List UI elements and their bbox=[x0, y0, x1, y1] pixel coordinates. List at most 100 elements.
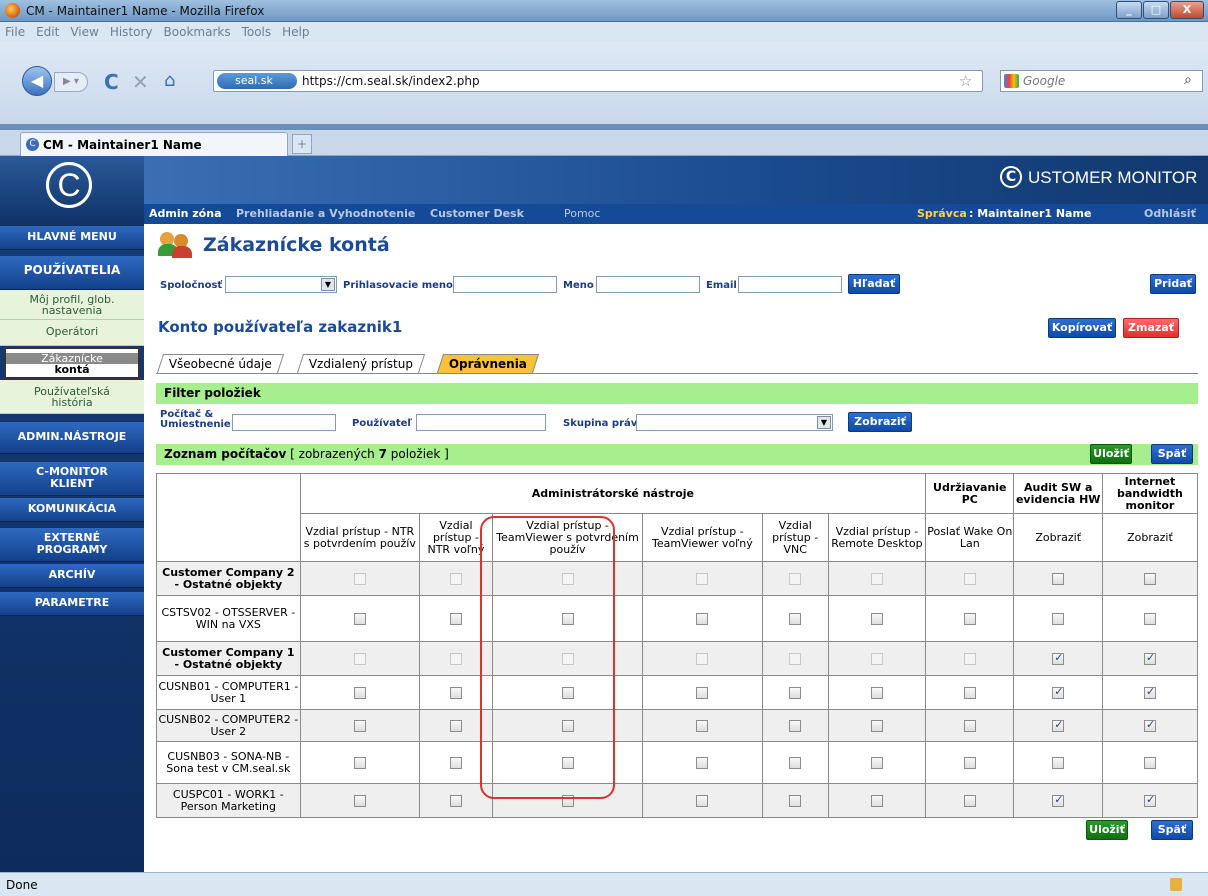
home-icon[interactable]: ⌂ bbox=[164, 70, 175, 91]
tab-permissions[interactable]: Oprávnenia bbox=[436, 354, 540, 373]
permission-checkbox[interactable] bbox=[1143, 719, 1156, 732]
permission-checkbox[interactable] bbox=[696, 794, 709, 807]
permission-checkbox[interactable] bbox=[696, 612, 709, 625]
nav-help[interactable]: Pomoc bbox=[564, 207, 600, 220]
menu-help[interactable]: Help bbox=[282, 25, 309, 39]
sidebar-parameters[interactable]: PARAMETRE bbox=[0, 592, 144, 616]
stop-icon[interactable]: ✕ bbox=[132, 70, 149, 94]
permission-checkbox[interactable] bbox=[353, 794, 366, 807]
menu-tools[interactable]: Tools bbox=[242, 25, 272, 39]
logout-link[interactable]: Odhlásiť bbox=[1144, 207, 1196, 220]
permission-checkbox[interactable] bbox=[870, 794, 883, 807]
rights-select[interactable]: ▼ bbox=[636, 414, 833, 431]
permission-checkbox[interactable] bbox=[1052, 572, 1065, 585]
permission-checkbox[interactable] bbox=[1052, 756, 1065, 769]
permission-checkbox[interactable] bbox=[789, 686, 802, 699]
menu-bookmarks[interactable]: Bookmarks bbox=[164, 25, 231, 39]
permission-checkbox[interactable] bbox=[963, 756, 976, 769]
sidebar-communication[interactable]: KOMUNIKÁCIA bbox=[0, 498, 144, 522]
browser-tab[interactable]: C CM - Maintainer1 Name bbox=[20, 132, 288, 157]
permission-checkbox[interactable] bbox=[963, 686, 976, 699]
permission-checkbox[interactable] bbox=[353, 719, 366, 732]
sidebar-main-menu[interactable]: HLAVNÉ MENU bbox=[0, 226, 144, 250]
chevron-down-icon[interactable]: ▼ bbox=[817, 416, 831, 429]
save-button-top[interactable]: Uložiť bbox=[1090, 444, 1132, 464]
permission-checkbox[interactable] bbox=[963, 612, 976, 625]
menu-edit[interactable]: Edit bbox=[36, 25, 59, 39]
chevron-down-icon[interactable]: ▼ bbox=[321, 278, 335, 291]
nav-customer-desk[interactable]: Customer Desk bbox=[430, 207, 524, 220]
permission-checkbox[interactable] bbox=[870, 612, 883, 625]
permission-checkbox[interactable] bbox=[1052, 652, 1065, 665]
user-input[interactable] bbox=[416, 414, 546, 431]
permission-checkbox[interactable] bbox=[1143, 686, 1156, 699]
site-identity[interactable]: seal.sk bbox=[217, 73, 297, 89]
permission-checkbox[interactable] bbox=[963, 794, 976, 807]
forward-icon[interactable]: ▶ ▾ bbox=[54, 72, 88, 92]
bookmark-star-icon[interactable]: ☆ bbox=[959, 72, 972, 90]
permission-checkbox[interactable] bbox=[870, 756, 883, 769]
minimize-button[interactable]: _ bbox=[1116, 1, 1142, 19]
close-button[interactable]: X bbox=[1170, 1, 1204, 19]
company-select[interactable]: ▼ bbox=[225, 276, 337, 293]
permission-checkbox[interactable] bbox=[353, 756, 366, 769]
show-button[interactable]: Zobraziť bbox=[848, 412, 912, 432]
search-button[interactable]: Hľadať bbox=[848, 274, 900, 294]
add-button[interactable]: Pridať bbox=[1150, 274, 1196, 294]
menu-history[interactable]: History bbox=[110, 25, 153, 39]
permission-checkbox[interactable] bbox=[1143, 756, 1156, 769]
delete-button[interactable]: Zmazať bbox=[1123, 318, 1179, 338]
permission-checkbox[interactable] bbox=[449, 686, 462, 699]
permission-checkbox[interactable] bbox=[1143, 612, 1156, 625]
back-icon[interactable]: ◀ bbox=[22, 66, 52, 96]
permission-checkbox[interactable] bbox=[1143, 794, 1156, 807]
sidebar-cmonitor[interactable]: C-MONITOR KLIENT bbox=[0, 462, 144, 496]
permission-checkbox[interactable] bbox=[963, 719, 976, 732]
maximize-button[interactable]: □ bbox=[1143, 1, 1169, 19]
tab-remote-access[interactable]: Vzdialený prístup bbox=[296, 354, 426, 373]
sidebar-customer-accounts[interactable]: Zákaznícke kontá bbox=[4, 347, 140, 379]
url-text[interactable]: https://cm.seal.sk/index2.php bbox=[302, 74, 480, 88]
nav-admin-zone[interactable]: Admin zóna bbox=[149, 207, 222, 220]
permission-checkbox[interactable] bbox=[696, 719, 709, 732]
login-input[interactable] bbox=[453, 276, 557, 293]
sidebar-external[interactable]: EXTERNÉ PROGRAMY bbox=[0, 528, 144, 562]
menu-file[interactable]: File bbox=[5, 25, 25, 39]
sidebar-users[interactable]: POUŽÍVATELIA bbox=[0, 256, 144, 290]
sidebar-admin-tools[interactable]: ADMIN.NÁSTROJE bbox=[0, 422, 144, 454]
permission-checkbox[interactable] bbox=[449, 612, 462, 625]
sidebar-profile[interactable]: Môj profil, glob. nastavenia bbox=[0, 290, 144, 320]
permission-checkbox[interactable] bbox=[1052, 719, 1065, 732]
permission-checkbox[interactable] bbox=[789, 756, 802, 769]
nav-review[interactable]: Prehliadanie a Vyhodnotenie bbox=[236, 207, 415, 220]
menu-view[interactable]: View bbox=[70, 25, 98, 39]
name-input[interactable] bbox=[596, 276, 700, 293]
permission-checkbox[interactable] bbox=[1052, 686, 1065, 699]
reload-icon[interactable]: C bbox=[104, 70, 119, 94]
email-input[interactable] bbox=[738, 276, 842, 293]
permission-checkbox[interactable] bbox=[449, 794, 462, 807]
permission-checkbox[interactable] bbox=[870, 686, 883, 699]
permission-checkbox[interactable] bbox=[449, 719, 462, 732]
back-button-top[interactable]: Späť bbox=[1151, 444, 1193, 464]
back-button-bottom[interactable]: Späť bbox=[1151, 820, 1193, 840]
permission-checkbox[interactable] bbox=[449, 756, 462, 769]
search-box[interactable]: Google ⌕ bbox=[1000, 70, 1203, 92]
permission-checkbox[interactable] bbox=[1143, 652, 1156, 665]
permission-checkbox[interactable] bbox=[1143, 572, 1156, 585]
new-tab-button[interactable]: + bbox=[292, 134, 312, 154]
sidebar-archive[interactable]: ARCHÍV bbox=[0, 564, 144, 588]
permission-checkbox[interactable] bbox=[696, 756, 709, 769]
tab-general[interactable]: Všeobecné údaje bbox=[156, 354, 284, 373]
url-bar[interactable]: seal.sk https://cm.seal.sk/index2.php ☆ bbox=[213, 70, 983, 92]
permission-checkbox[interactable] bbox=[789, 719, 802, 732]
sidebar-operators[interactable]: Operátori bbox=[0, 320, 144, 346]
permission-checkbox[interactable] bbox=[353, 686, 366, 699]
permission-checkbox[interactable] bbox=[1052, 794, 1065, 807]
permission-checkbox[interactable] bbox=[789, 612, 802, 625]
permission-checkbox[interactable] bbox=[870, 719, 883, 732]
permission-checkbox[interactable] bbox=[353, 612, 366, 625]
save-button-bottom[interactable]: Uložiť bbox=[1086, 820, 1128, 840]
search-icon[interactable]: ⌕ bbox=[1184, 72, 1192, 88]
computer-input[interactable] bbox=[232, 414, 336, 431]
